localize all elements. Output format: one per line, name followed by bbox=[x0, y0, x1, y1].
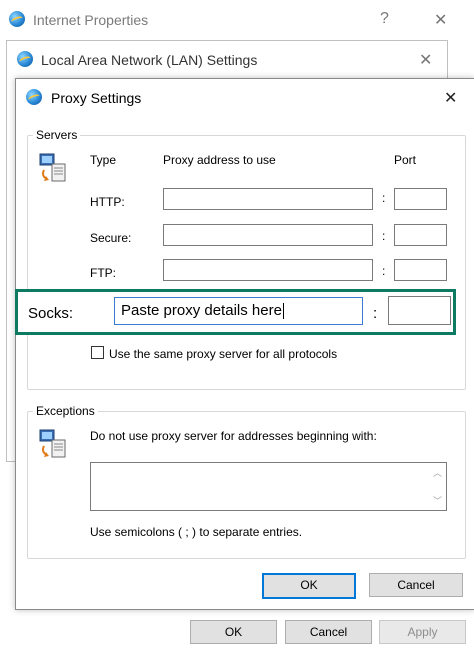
exceptions-description: Do not use proxy server for addresses be… bbox=[90, 429, 377, 443]
exceptions-textarea[interactable]: ︿ ﹀ bbox=[90, 462, 447, 511]
http-label: HTTP: bbox=[90, 195, 125, 209]
proxy-settings-icon bbox=[26, 89, 42, 105]
proxy-cancel-button[interactable]: Cancel bbox=[369, 573, 463, 597]
help-button[interactable]: ? bbox=[380, 10, 389, 28]
ftp-colon: : bbox=[382, 264, 386, 278]
proxy-ok-button[interactable]: OK bbox=[262, 573, 356, 599]
ftp-label: FTP: bbox=[90, 266, 116, 280]
http-port-input[interactable] bbox=[394, 188, 447, 210]
scroll-up-icon[interactable]: ︿ bbox=[433, 466, 442, 479]
socks-colon: : bbox=[373, 305, 378, 322]
ftp-port-input[interactable] bbox=[394, 259, 447, 281]
servers-group-label: Servers bbox=[33, 128, 81, 142]
scroll-down-icon[interactable]: ﹀ bbox=[433, 494, 442, 507]
internet-properties-apply-button[interactable]: Apply bbox=[379, 620, 466, 644]
same-proxy-checkbox[interactable] bbox=[91, 346, 104, 359]
internet-properties-close-button[interactable]: ✕ bbox=[434, 10, 447, 30]
network-computer-icon bbox=[39, 153, 66, 182]
internet-properties-icon bbox=[9, 11, 25, 27]
http-colon: : bbox=[382, 191, 386, 205]
internet-properties-ok-button[interactable]: OK bbox=[190, 620, 277, 644]
internet-properties-cancel-button[interactable]: Cancel bbox=[285, 620, 372, 644]
ftp-address-input[interactable] bbox=[163, 259, 373, 281]
col-type-header: Type bbox=[90, 153, 117, 167]
secure-address-input[interactable] bbox=[163, 224, 373, 246]
exceptions-group-label: Exceptions bbox=[33, 404, 98, 418]
lan-settings-title: Local Area Network (LAN) Settings bbox=[41, 52, 258, 68]
socks-address-input[interactable]: Paste proxy details here bbox=[114, 297, 363, 325]
same-proxy-label[interactable]: Use the same proxy server for all protoc… bbox=[109, 347, 337, 361]
proxy-settings-title: Proxy Settings bbox=[51, 90, 142, 106]
http-address-input[interactable] bbox=[163, 188, 373, 210]
proxy-settings-close-button[interactable]: ✕ bbox=[444, 88, 457, 108]
secure-colon: : bbox=[382, 229, 386, 243]
secure-port-input[interactable] bbox=[394, 224, 447, 246]
socks-label: Socks: bbox=[28, 305, 74, 322]
lan-settings-icon bbox=[17, 51, 33, 67]
socks-port-input[interactable] bbox=[388, 296, 451, 325]
col-address-header: Proxy address to use bbox=[163, 153, 276, 167]
exceptions-hint: Use semicolons ( ; ) to separate entries… bbox=[90, 525, 303, 539]
internet-properties-title: Internet Properties bbox=[33, 12, 149, 28]
socks-address-value: Paste proxy details here bbox=[121, 302, 282, 319]
lan-settings-close-button[interactable]: ✕ bbox=[419, 50, 432, 70]
col-port-header: Port bbox=[394, 153, 417, 167]
network-computer-icon bbox=[39, 429, 66, 458]
text-caret bbox=[282, 303, 284, 320]
secure-label: Secure: bbox=[90, 231, 132, 245]
